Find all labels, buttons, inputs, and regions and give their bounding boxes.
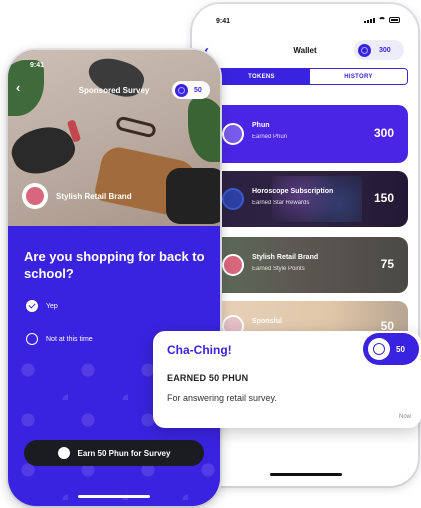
token-value: 150 [373,191,394,205]
status-time: 9:41 [30,62,45,69]
signal-icon [364,17,375,23]
reward-value: 50 [194,86,202,94]
reward-badge: 50 [172,81,210,99]
balance-value: 300 [379,46,391,54]
survey-option-yep[interactable]: Yep [26,300,58,312]
phun-coin-icon [358,43,371,57]
sunglasses-graphic [114,115,158,139]
home-indicator[interactable] [270,473,342,476]
token-card-phun[interactable]: Phun Earned Phun 300 [212,105,408,163]
token-value: 300 [373,126,394,140]
wallet-tabs: TOKENS HISTORY [212,68,408,85]
home-indicator[interactable] [78,495,150,498]
balance-badge[interactable]: 300 [354,40,404,60]
token-title: Horoscope Subscription [252,188,334,195]
token-card-horoscope[interactable]: Horoscope Subscription Earned Star Rewar… [212,171,408,227]
battery-icon [389,17,400,23]
token-subtitle: Earned Phun [252,134,288,140]
radio-empty-icon[interactable] [26,333,38,345]
coin-icon [57,447,70,459]
survey-phone: 9:41 ‹ Sponsored Survey 50 Stylish Retai… [8,50,220,506]
status-time: 9:41 [216,18,231,25]
cta-label: Earn 50 Phun for Survey [77,448,171,458]
phun-coin-icon [175,83,188,97]
notification-headline: EARNED 50 PHUN [167,373,249,383]
tab-history[interactable]: HISTORY [310,69,407,84]
radio-checked-icon[interactable] [26,300,38,312]
star-token-icon [222,188,244,210]
earn-phun-button[interactable]: Earn 50 Phun for Survey [24,440,204,466]
brand-row: Stylish Retail Brand [22,183,132,209]
bag-graphic [166,168,220,224]
brand-name: Stylish Retail Brand [56,191,132,201]
notification-reward-value: 50 [396,344,405,354]
system-status-icons [364,17,400,23]
brand-token-icon [222,254,244,276]
phun-coin-icon [368,338,390,360]
token-title: Phun [252,122,270,129]
survey-question: Are you shopping for back to school? [24,249,205,281]
option-label: Yep [46,302,58,310]
notification-reward-badge: 50 [363,333,419,365]
survey-option-not-now[interactable]: Not at this time [26,333,93,345]
token-title: Sponsful [252,318,282,325]
token-title: Stylish Retail Brand [252,254,319,261]
notification-time: Now [398,414,411,420]
leaf-graphic [188,98,220,162]
token-card-style[interactable]: Stylish Retail Brand Earned Style Points… [212,237,408,293]
notification-body: For answering retail survey. [167,393,277,403]
token-subtitle: Earned Star Rewards [252,200,310,206]
option-label: Not at this time [46,335,93,343]
phun-token-icon [222,123,244,145]
tab-tokens[interactable]: TOKENS [213,69,310,84]
brand-logo-icon [22,183,48,209]
token-value: 75 [380,257,394,271]
token-subtitle: Earned Style Points [252,266,305,272]
wifi-icon [378,17,386,23]
notification-title: Cha-Ching! [167,343,232,357]
